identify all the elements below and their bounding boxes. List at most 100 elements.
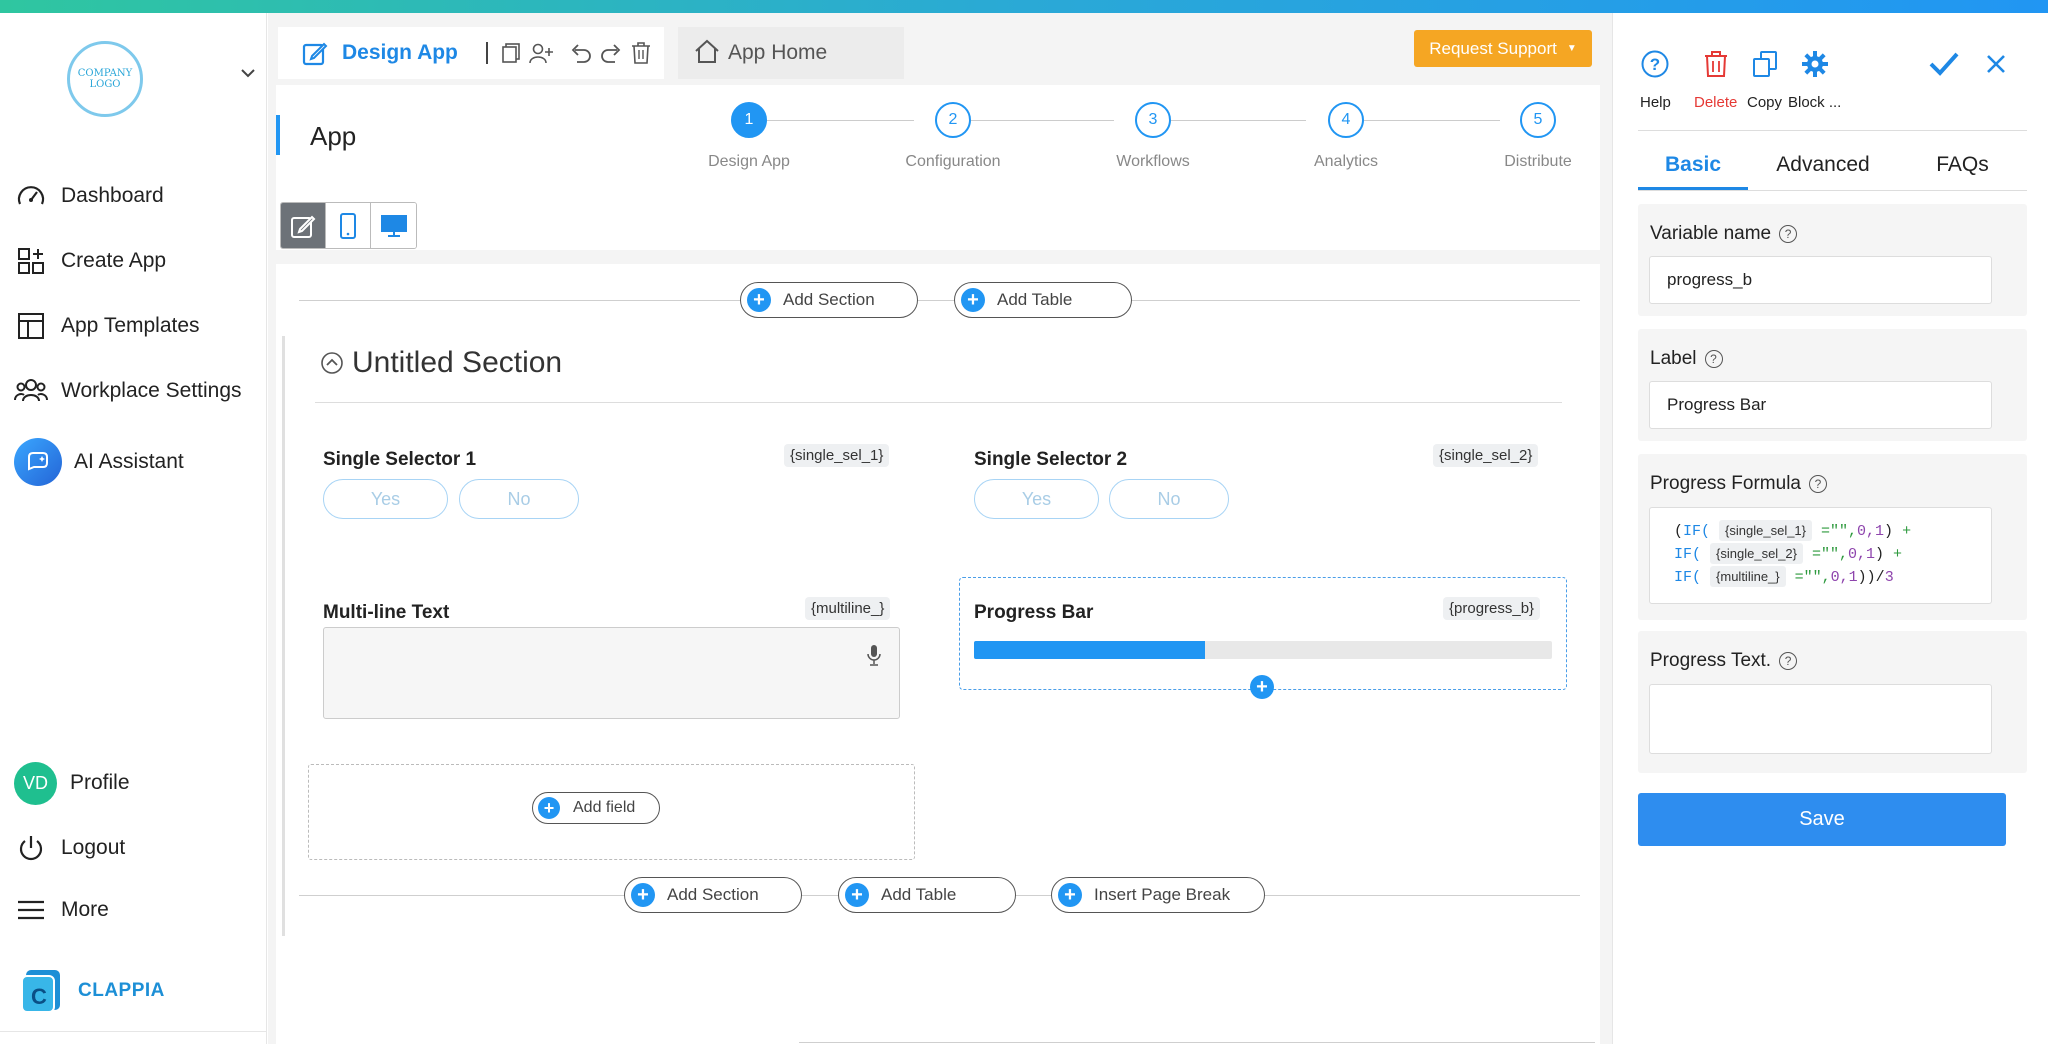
svg-text:C: C: [31, 984, 47, 1009]
formula-line: IF( {single_sel_2} ="",0,1) +: [1674, 543, 1991, 566]
formula-comparison: ="",: [1803, 546, 1849, 563]
step-workflows[interactable]: 3 Workflows: [1093, 102, 1213, 171]
confirm-check-icon[interactable]: [1928, 49, 1960, 84]
copy-icon: [1752, 51, 1777, 77]
field-label: Single Selector 1: [323, 449, 477, 470]
label-input[interactable]: Progress Bar: [1649, 381, 1992, 429]
question-icon[interactable]: ?: [1779, 225, 1798, 243]
question-icon[interactable]: ?: [1704, 350, 1723, 368]
step-number: 5: [1520, 102, 1556, 138]
yes-option[interactable]: Yes: [974, 479, 1099, 519]
form-canvas: + Add Section + Add Table Untitled Secti…: [276, 264, 1600, 1044]
question-icon[interactable]: ?: [1809, 475, 1827, 493]
block-settings-button[interactable]: Block ...: [1788, 49, 1841, 111]
mobile-preview-button[interactable]: [326, 203, 371, 248]
app-home-tab[interactable]: App Home: [678, 27, 904, 79]
sidebar-item-dashboard[interactable]: Dashboard: [14, 176, 164, 216]
section-divider: [315, 402, 1562, 403]
step-label: Analytics: [1313, 153, 1379, 170]
add-field-button[interactable]: + Add field: [532, 792, 660, 824]
add-table-button[interactable]: + Add Table: [954, 282, 1132, 318]
progress-text-card: Progress Text.?: [1638, 631, 2027, 773]
progress-track: [974, 641, 1552, 659]
step-configuration[interactable]: 2 Configuration: [893, 102, 1013, 171]
edit-icon: [302, 40, 328, 66]
question-icon[interactable]: ?: [1779, 652, 1798, 670]
sidebar-item-label: AI Assistant: [74, 450, 184, 473]
home-icon: [694, 38, 720, 69]
sidebar-item-logout[interactable]: Logout: [14, 828, 125, 868]
sidebar-item-label: Profile: [70, 771, 130, 794]
copy-icon[interactable]: [498, 40, 524, 66]
add-table-button[interactable]: + Add Table: [838, 877, 1016, 913]
tab-advanced[interactable]: Advanced: [1748, 144, 1898, 190]
undo-icon[interactable]: [568, 40, 594, 66]
sidebar-item-label: More: [61, 898, 109, 921]
collapse-icon[interactable]: [320, 351, 344, 375]
microphone-icon[interactable]: [867, 644, 881, 671]
insert-page-break-button[interactable]: + Insert Page Break: [1051, 877, 1265, 913]
help-button[interactable]: ? Help: [1640, 49, 1671, 111]
sidebar-item-label: App Templates: [61, 314, 200, 337]
action-label: Delete: [1694, 94, 1738, 111]
multiline-text-input[interactable]: [323, 627, 900, 719]
company-logo[interactable]: COMPANY LOGO: [67, 41, 143, 117]
add-user-icon[interactable]: [528, 40, 554, 66]
step-design-app[interactable]: 1 Design App: [689, 102, 809, 171]
design-app-tab[interactable]: Design App: [278, 27, 664, 79]
step-analytics[interactable]: 4 Analytics: [1286, 102, 1406, 171]
edit-mode-button[interactable]: [281, 203, 326, 248]
tab-faqs[interactable]: FAQs: [1898, 144, 2027, 190]
properties-panel: ? Help Delete Copy Block ... Basic Advan…: [1612, 13, 2048, 1044]
redo-icon[interactable]: [598, 40, 624, 66]
variable-name-input[interactable]: progress_b: [1649, 256, 1992, 304]
progress-bar-field[interactable]: Progress Bar {progress_b}: [959, 577, 1567, 690]
sidebar-item-more[interactable]: More: [14, 890, 109, 930]
app-header: App 1 Design App 2 Configuration 3 Workf…: [276, 85, 1600, 250]
step-label: Design App: [708, 153, 790, 170]
no-option[interactable]: No: [1109, 479, 1229, 519]
field-label: Progress Formula: [1650, 473, 1801, 494]
step-distribute[interactable]: 5 Distribute: [1478, 102, 1598, 171]
section-header[interactable]: Untitled Section: [320, 346, 562, 380]
sidebar-item-profile[interactable]: VD Profile: [14, 760, 130, 806]
button-label: Add Table: [997, 290, 1073, 309]
close-icon[interactable]: [1985, 53, 2007, 80]
edit-icon: [291, 215, 316, 238]
insert-field-plus-icon[interactable]: +: [1250, 675, 1274, 699]
request-support-button[interactable]: Request Support ▼: [1414, 30, 1592, 67]
page-title: App: [310, 121, 357, 151]
progress-formula-editor[interactable]: (IF( {single_sel_1} ="",0,1) + IF( {sing…: [1649, 507, 1992, 604]
action-label: Help: [1640, 94, 1671, 111]
variable-name-card: Variable name? progress_b: [1638, 204, 2027, 316]
no-option[interactable]: No: [459, 479, 579, 519]
label-card: Label? Progress Bar: [1638, 329, 2027, 441]
formula-variable-tag: {single_sel_2}: [1710, 543, 1803, 564]
sidebar-item-app-templates[interactable]: App Templates: [14, 306, 200, 346]
plus-icon: +: [538, 797, 560, 819]
variable-tag: {single_sel_1}: [784, 444, 890, 467]
delete-button[interactable]: Delete: [1694, 49, 1737, 111]
yes-option[interactable]: Yes: [323, 479, 448, 519]
clappia-logo-icon: C: [21, 970, 60, 1013]
progress-text-input[interactable]: [1649, 684, 1992, 754]
button-label: Add field: [573, 799, 636, 816]
copy-button[interactable]: Copy: [1747, 49, 1782, 111]
add-section-button[interactable]: + Add Section: [624, 877, 802, 913]
variable-name-label-row: Variable name?: [1650, 223, 1798, 245]
save-button[interactable]: Save: [1638, 793, 2006, 846]
users-icon: [14, 374, 48, 408]
formula-keyword: IF(: [1674, 546, 1702, 563]
tab-basic[interactable]: Basic: [1638, 144, 1748, 190]
sidebar-item-create-app[interactable]: Create App: [14, 241, 166, 281]
field-label: Multi-line Text: [323, 602, 450, 623]
chevron-down-icon[interactable]: [240, 65, 256, 83]
desktop-preview-button[interactable]: [371, 203, 416, 248]
sidebar-item-ai-assistant[interactable]: AI Assistant: [14, 437, 184, 487]
sidebar-item-workplace-settings[interactable]: Workplace Settings: [14, 371, 242, 411]
action-label: Copy: [1747, 94, 1783, 111]
trash-icon[interactable]: [628, 40, 654, 66]
add-section-button[interactable]: + Add Section: [740, 282, 918, 318]
formula-args: 0,1: [1857, 523, 1885, 540]
action-label: Block ...: [1788, 94, 1842, 111]
